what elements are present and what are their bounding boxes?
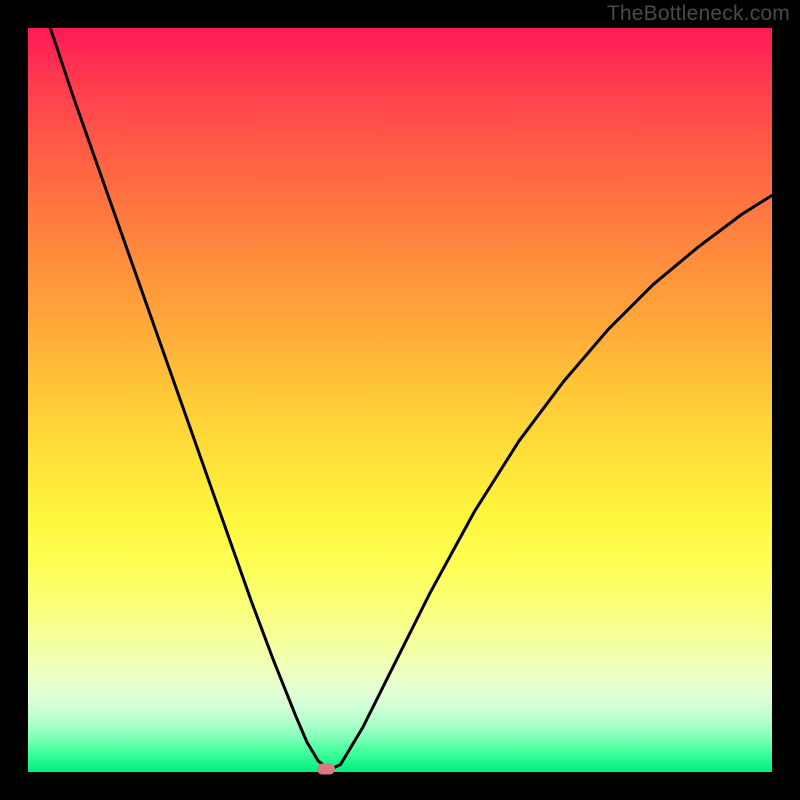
bottleneck-curve [50, 28, 772, 770]
curve-svg [28, 28, 772, 772]
watermark-text: TheBottleneck.com [607, 2, 790, 26]
chart-frame: TheBottleneck.com [0, 0, 800, 800]
optimum-marker [317, 764, 335, 775]
plot-area [28, 28, 772, 772]
